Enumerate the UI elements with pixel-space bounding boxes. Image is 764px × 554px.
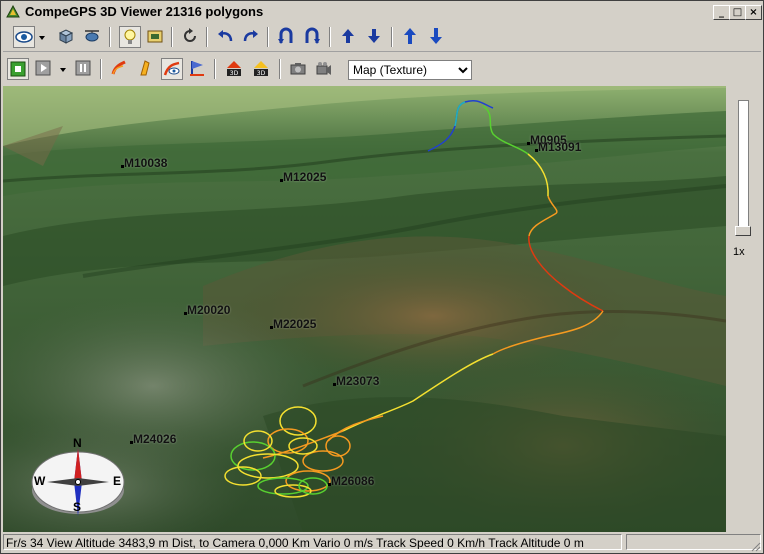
track-flag-button[interactable]	[187, 58, 209, 80]
stop-icon	[10, 61, 26, 77]
track-3d-icon	[140, 60, 150, 76]
rotate-button[interactable]	[180, 26, 202, 48]
lightbulb-icon	[124, 29, 136, 44]
toolbar-separator	[214, 59, 216, 79]
redo-view-button[interactable]	[241, 26, 263, 48]
cube-view-icon	[58, 29, 74, 44]
maximize-button[interactable]: □	[729, 5, 746, 20]
down-arrow-blue-icon	[430, 28, 442, 44]
toolbar-separator	[206, 27, 208, 47]
track-eye-icon	[163, 61, 180, 76]
texture-icon	[147, 30, 163, 43]
stop-button[interactable]	[7, 58, 29, 80]
compass-north-label: N	[73, 436, 82, 450]
export-3d-icon: 3D	[227, 61, 241, 77]
compass-east-label: E	[113, 474, 122, 488]
pause-icon	[75, 60, 91, 76]
eye-view-icon	[15, 31, 33, 43]
track-color-icon	[111, 60, 126, 75]
track-color-button[interactable]	[109, 58, 131, 80]
svg-text:3D: 3D	[257, 70, 266, 77]
toolbar-separator	[100, 59, 102, 79]
compass[interactable]: N S E W	[29, 436, 127, 520]
play-button[interactable]	[33, 58, 55, 80]
window-title: CompeGPS 3D Viewer 21316 polygons	[25, 4, 264, 19]
up-arrow-blue-icon	[404, 28, 416, 44]
rotate-icon	[184, 28, 196, 42]
video-camera-icon	[316, 62, 331, 75]
toolbar-separator	[279, 59, 281, 79]
down-arrow-icon	[368, 29, 380, 43]
waypoint-label[interactable]: M20020	[183, 303, 230, 317]
toolbar-separator	[391, 27, 393, 47]
helicopter-view-button[interactable]	[82, 26, 104, 48]
compass-west-label: W	[34, 474, 46, 488]
play-icon	[35, 60, 51, 76]
waypoint-label[interactable]: M26086	[327, 474, 374, 488]
svg-text:3D: 3D	[230, 70, 239, 77]
compegps-logo-icon	[6, 5, 20, 18]
export-3d-button[interactable]: 3D	[224, 58, 246, 80]
waypoint-label[interactable]: M22025	[269, 317, 316, 331]
export-3d-alt-icon: 3D	[254, 61, 268, 77]
status-cell	[626, 534, 761, 550]
speed-label: 1x	[733, 246, 745, 258]
altitude-down-button[interactable]	[426, 26, 448, 48]
minimize-button[interactable]: _	[713, 5, 730, 20]
waypoint-label[interactable]: M13091	[534, 140, 581, 154]
redo-arrow-icon	[243, 30, 258, 42]
tilt-left-button[interactable]	[276, 26, 298, 48]
toolbar-separator	[329, 27, 331, 47]
undo-view-button[interactable]	[215, 26, 237, 48]
waypoint-label[interactable]: M10038	[120, 156, 167, 170]
app-window: CompeGPS 3D Viewer 21316 polygons _ □ ×	[0, 0, 764, 554]
altitude-up-button[interactable]	[400, 26, 422, 48]
texture-button[interactable]	[145, 26, 167, 48]
speed-panel: 1x	[726, 86, 763, 532]
status-text: Fr/s 34 View Altitude 3483,9 m Dist, to …	[3, 534, 622, 550]
track-3d-button[interactable]	[135, 58, 157, 80]
screenshot-button[interactable]	[288, 58, 310, 80]
playback-toolbar: 3D 3D Map (Texture)	[3, 55, 761, 83]
waypoint-label[interactable]: M12025	[279, 170, 326, 184]
undo-arrow-icon	[218, 30, 233, 42]
compass-south-label: S	[73, 500, 82, 514]
toolbar-separator	[267, 27, 269, 47]
cube-view-button[interactable]	[56, 26, 78, 48]
track-follow-button[interactable]	[161, 58, 183, 80]
track-flag-icon	[190, 61, 204, 76]
export-3d-alt-button[interactable]: 3D	[251, 58, 273, 80]
toolbar-separator	[109, 27, 111, 47]
pause-button[interactable]	[73, 58, 95, 80]
title-bar: CompeGPS 3D Viewer 21316 polygons _ □ ×	[3, 3, 762, 21]
tilt-right-icon	[305, 27, 320, 44]
status-bar: Fr/s 34 View Altitude 3483,9 m Dist, to …	[3, 534, 761, 552]
waypoint-label[interactable]: M24026	[129, 432, 176, 446]
helicopter-view-icon	[85, 30, 99, 42]
camera-icon	[290, 63, 306, 75]
view-toolbar	[3, 23, 761, 52]
up-arrow-icon	[342, 29, 354, 43]
lighting-button[interactable]	[119, 26, 141, 48]
toolbar-separator	[171, 27, 173, 47]
eye-view-button[interactable]	[13, 26, 35, 48]
tilt-right-button[interactable]	[302, 26, 324, 48]
3d-viewport[interactable]: M10038 M12025 M0905 M13091 M20020 M22025…	[3, 86, 726, 532]
move-up-button[interactable]	[338, 26, 360, 48]
waypoint-label[interactable]: M23073	[332, 374, 379, 388]
move-down-button[interactable]	[364, 26, 386, 48]
close-button[interactable]: ×	[745, 5, 762, 20]
tilt-left-icon	[278, 27, 293, 44]
speed-slider-thumb[interactable]	[735, 226, 751, 236]
play-dropdown-icon[interactable]	[58, 58, 68, 80]
record-video-button[interactable]	[314, 58, 336, 80]
map-type-select[interactable]: Map (Texture)	[348, 60, 472, 80]
speed-slider-track[interactable]	[738, 100, 749, 236]
eye-view-dropdown-icon[interactable]	[37, 26, 47, 48]
resize-grip-icon[interactable]	[749, 540, 761, 552]
